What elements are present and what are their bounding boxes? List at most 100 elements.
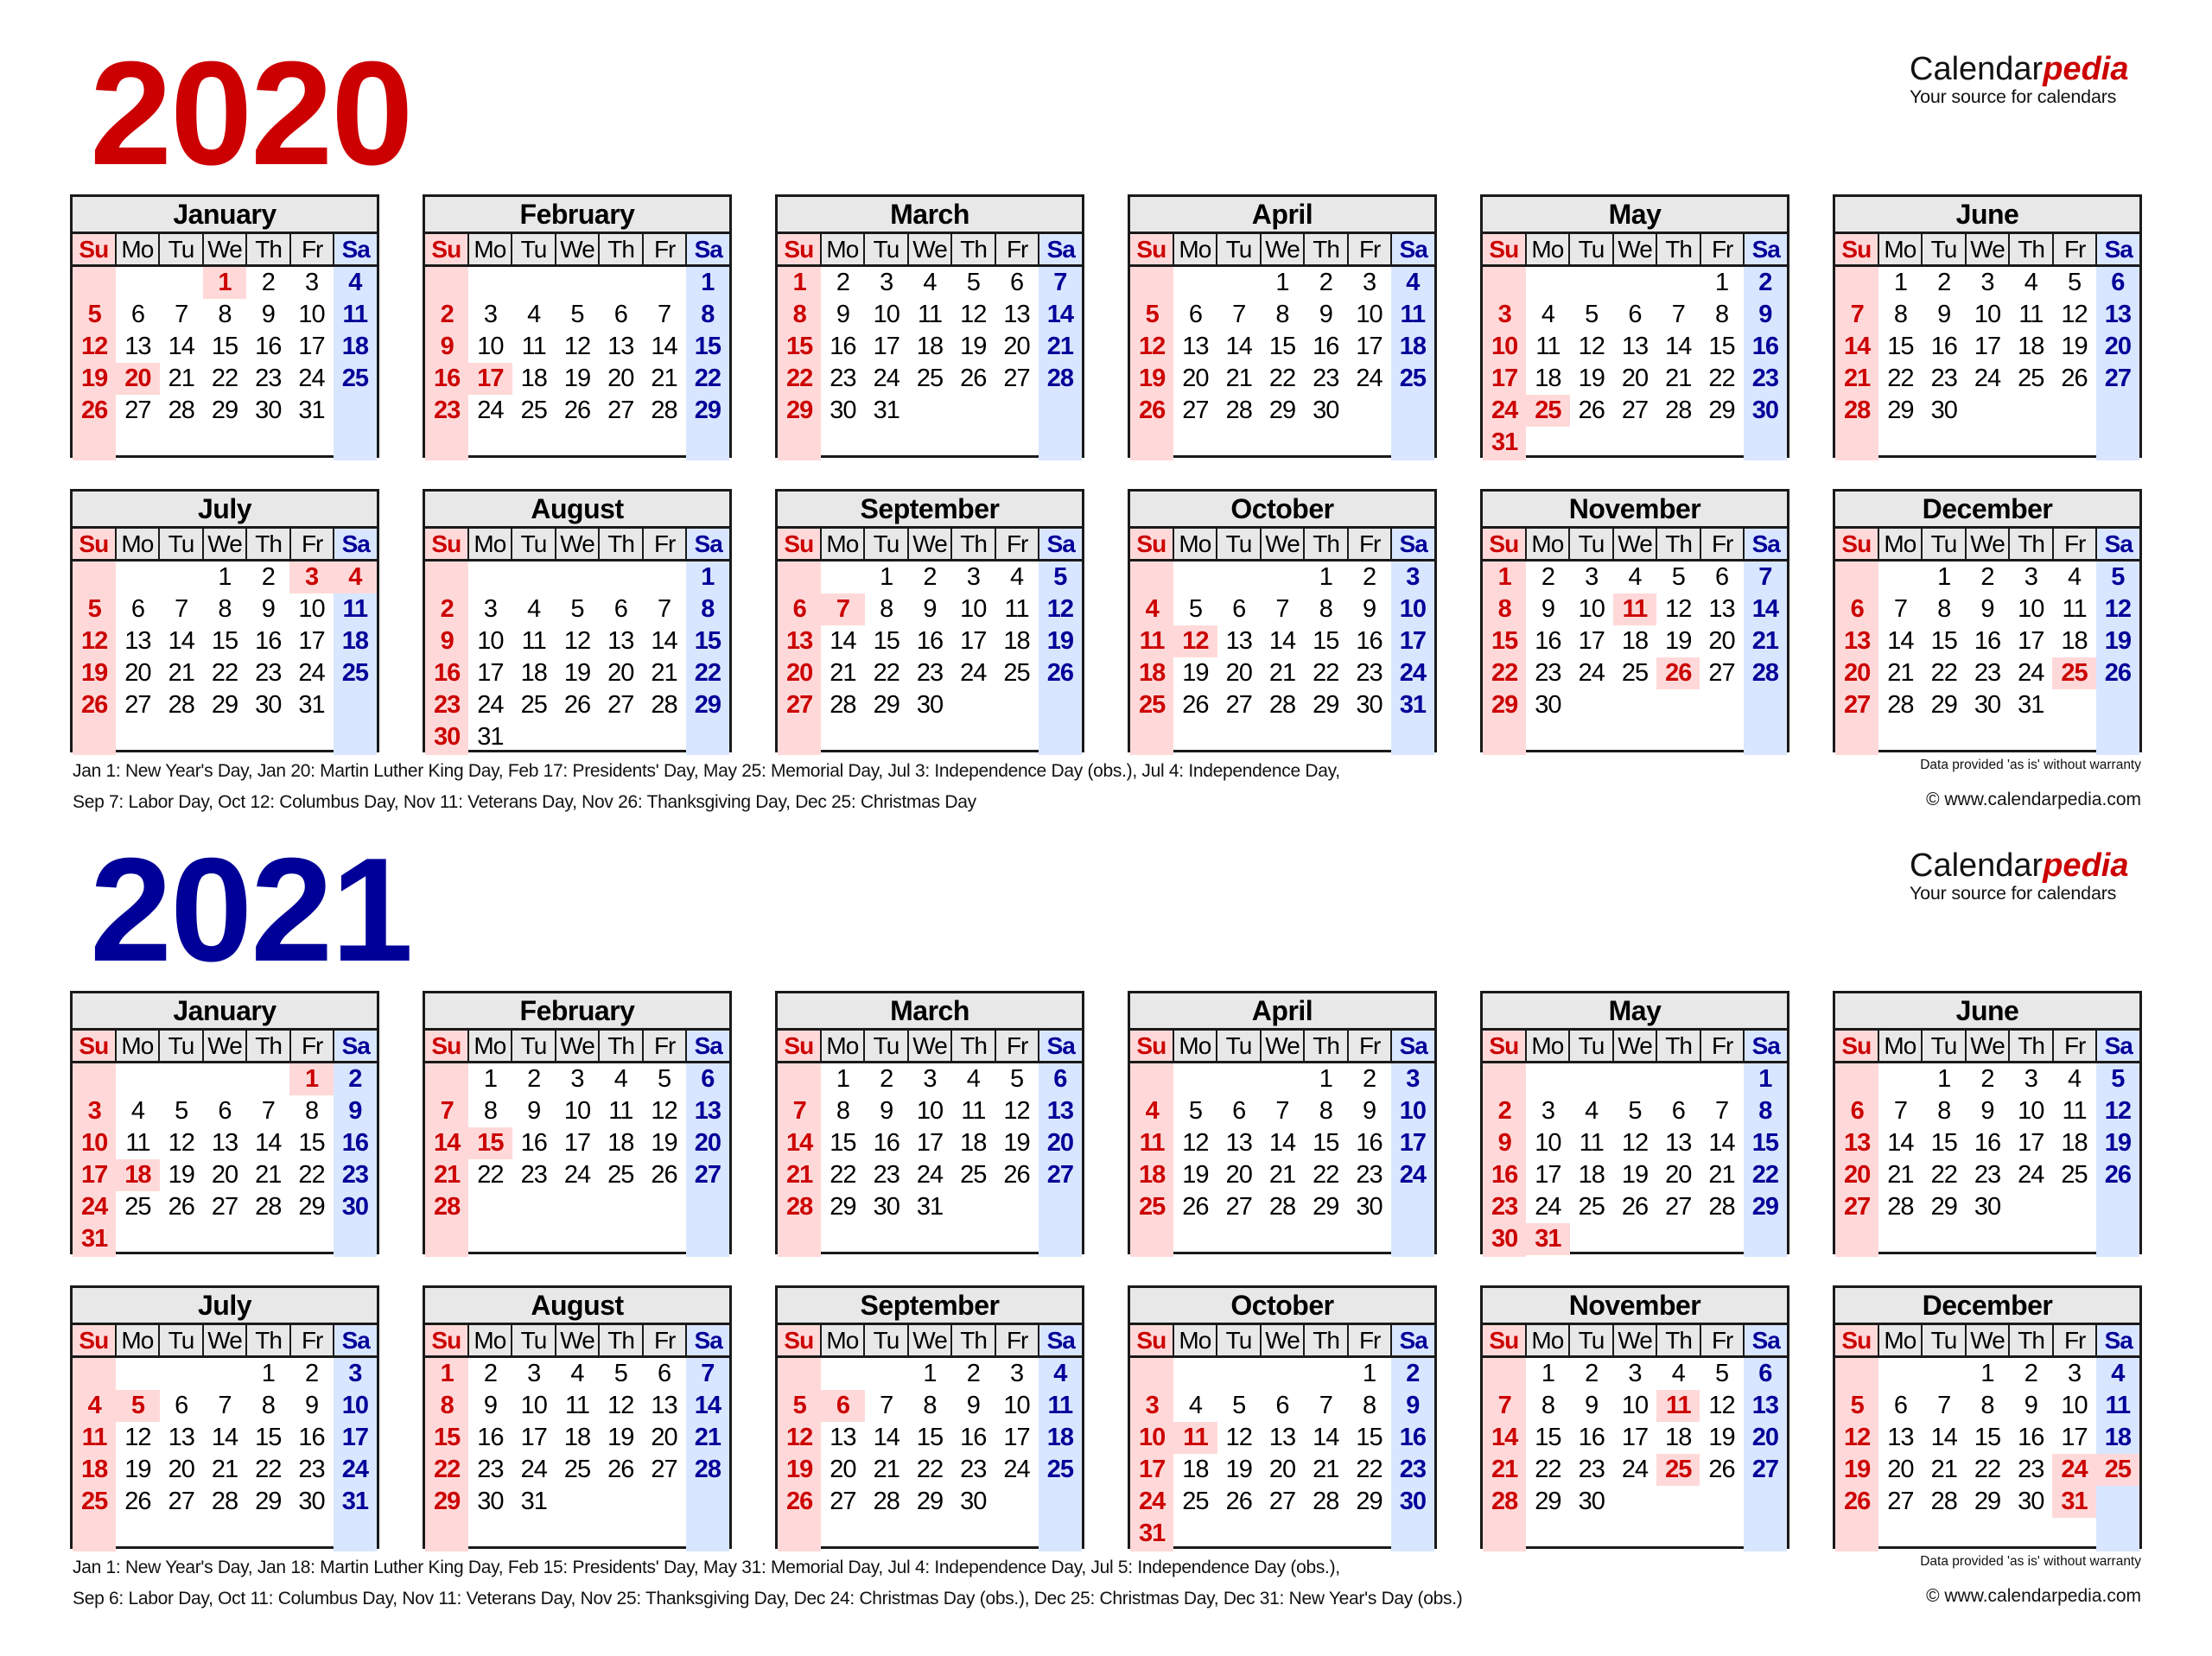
- day-cell: 19: [124, 1456, 151, 1483]
- day-cell: 3: [1980, 269, 1994, 296]
- day-cell: 19: [1182, 1161, 1209, 1189]
- day-cell: 24: [2018, 1161, 2044, 1189]
- month-december: December Su Mo Tu We Th Fr Sa 1 2 3 4 5 6 7 8 9 10 11 12 13 1…: [1833, 1285, 2142, 1551]
- weekday-label: Tu: [1921, 1031, 1965, 1061]
- day-cell: 11: [81, 1424, 108, 1451]
- day-cell: 6: [1009, 269, 1024, 296]
- day-cell: 21: [830, 659, 856, 687]
- weekday-label: Th: [1656, 234, 1700, 264]
- weekday-label: Sa: [1038, 529, 1083, 559]
- day-cell: 4: [1628, 563, 1642, 591]
- weekday-label: Tu: [1216, 234, 1260, 264]
- weekday-label: Th: [1303, 234, 1347, 264]
- day-cell: 12: [1665, 595, 1692, 623]
- day-cell: 22: [830, 1161, 856, 1189]
- day-cell: 29: [873, 691, 900, 719]
- day-cell: 25: [1046, 1456, 1074, 1483]
- day-cell: 17: [873, 333, 900, 360]
- day-cell: 25: [520, 397, 548, 424]
- calendarpedia-logo[interactable]: Calendarpedia Your source for calendars: [1910, 52, 2131, 107]
- weekday-label: Su: [1483, 529, 1525, 559]
- day-cell: 4: [1145, 1097, 1160, 1125]
- weekday-label: Sa: [1390, 234, 1435, 264]
- day-cell: 28: [434, 1193, 461, 1221]
- day-cell: 12: [2104, 595, 2132, 623]
- day-cell: 4: [1585, 1097, 1599, 1125]
- day-cell: 26: [1182, 691, 1209, 719]
- day-cell: 31: [916, 1193, 944, 1221]
- weekday-label: We: [1964, 529, 2009, 559]
- weekday-label: Th: [950, 1031, 995, 1061]
- weekday-label: Fr: [289, 1325, 334, 1355]
- day-cell: 27: [1708, 659, 1735, 687]
- day-cell: 16: [520, 1129, 548, 1157]
- day-cell: 8: [483, 1097, 498, 1125]
- day-cell: 13: [1182, 333, 1209, 360]
- month-november: November Su Mo Tu We Th Fr Sa 1 2 3 4 5 6 7 8 9 10 11 12 13 1…: [1480, 489, 1789, 755]
- weekday-label: Fr: [2051, 1031, 2096, 1061]
- day-cell: 21: [434, 1161, 461, 1189]
- day-cell: 19: [563, 365, 591, 392]
- month-february: February Su Mo Tu We Th Fr Sa 1 2 3 4 5 6 7 8 9 10 11 12 13 1…: [423, 194, 732, 460]
- day-cell: 1: [1937, 1065, 1951, 1093]
- day-cell: 12: [1578, 333, 1605, 360]
- day-cell: 2: [527, 1065, 541, 1093]
- weekday-label: Su: [1483, 1031, 1525, 1061]
- calendarpedia-logo[interactable]: Calendarpedia Your source for calendars: [1910, 848, 2131, 904]
- day-cell: 10: [2061, 1392, 2088, 1419]
- day-cell: 2: [1319, 269, 1333, 296]
- day-cell: 6: [657, 1360, 671, 1387]
- day-cell: 22: [1708, 365, 1735, 392]
- weekday-label: Tu: [863, 234, 907, 264]
- day-cell: 18: [1182, 1456, 1209, 1483]
- day-cell: 29: [786, 397, 813, 424]
- day-cell: 9: [1497, 1129, 1512, 1157]
- day-cell: 21: [1751, 627, 1779, 655]
- day-cell: 28: [1491, 1488, 1518, 1515]
- month-november: November Su Mo Tu We Th Fr Sa 1 2 3 4 5 6 7 8 9 10 11 12 13 1…: [1480, 1285, 1789, 1551]
- month-title: August: [425, 492, 729, 529]
- weekday-label: Su: [73, 529, 115, 559]
- weekday-label: Sa: [1390, 1325, 1435, 1355]
- day-cell: 4: [130, 1097, 145, 1125]
- day-cell: 10: [916, 1097, 944, 1125]
- month-title: April: [1130, 993, 1434, 1031]
- day-cell: 5: [1145, 301, 1160, 328]
- day-cell: 10: [1399, 1097, 1427, 1125]
- weekday-label: Su: [73, 1031, 115, 1061]
- day-cell: 5: [87, 595, 102, 623]
- day-cell: 16: [255, 627, 282, 655]
- logo-wordmark: Calendarpedia: [1910, 52, 2131, 86]
- day-cell: 12: [786, 1424, 813, 1451]
- day-cell: 19: [1621, 1161, 1649, 1189]
- day-cell: 31: [477, 723, 504, 751]
- weekday-label: Sa: [333, 1031, 378, 1061]
- day-cell: 28: [255, 1193, 282, 1221]
- weekday-label: Sa: [2095, 1031, 2140, 1061]
- day-cell: 28: [1665, 397, 1692, 424]
- day-cell: 30: [1491, 1225, 1518, 1253]
- day-cell: 23: [434, 397, 461, 424]
- day-cell: 14: [1268, 627, 1296, 655]
- copyright-link[interactable]: © www.calendarpedia.com: [1926, 790, 2141, 810]
- day-cell: 4: [527, 595, 541, 623]
- day-cell: 17: [1578, 627, 1605, 655]
- month-august: August Su Mo Tu We Th Fr Sa 1 2 3 4 5 6 7 8 9 10 11 12 13 14 1…: [423, 489, 732, 755]
- weekday-label: We: [1964, 1325, 2009, 1355]
- day-cell: 7: [1937, 1392, 1951, 1419]
- day-cell: 14: [786, 1129, 813, 1157]
- weekday-header-row: Su Mo Tu We Th Fr Sa: [1130, 1325, 1435, 1358]
- copyright-link[interactable]: © www.calendarpedia.com: [1926, 1586, 2141, 1607]
- day-cell: 3: [1497, 301, 1512, 328]
- day-cell: 4: [1145, 595, 1160, 623]
- month-january: January Su Mo Tu We Th Fr Sa 1 2 3 4 5 6 7 8 9 10 11 12 13 14…: [70, 194, 379, 460]
- day-cell: 10: [873, 301, 900, 328]
- day-cell: 17: [477, 659, 504, 687]
- day-cell: 20: [1268, 1456, 1296, 1483]
- day-cell: 24: [477, 691, 504, 719]
- weekday-label: Sa: [1743, 529, 1788, 559]
- day-cell: 7: [175, 595, 188, 623]
- day-cell: 24: [1491, 397, 1518, 424]
- day-cell: 28: [168, 691, 195, 719]
- day-cell: 8: [701, 595, 715, 623]
